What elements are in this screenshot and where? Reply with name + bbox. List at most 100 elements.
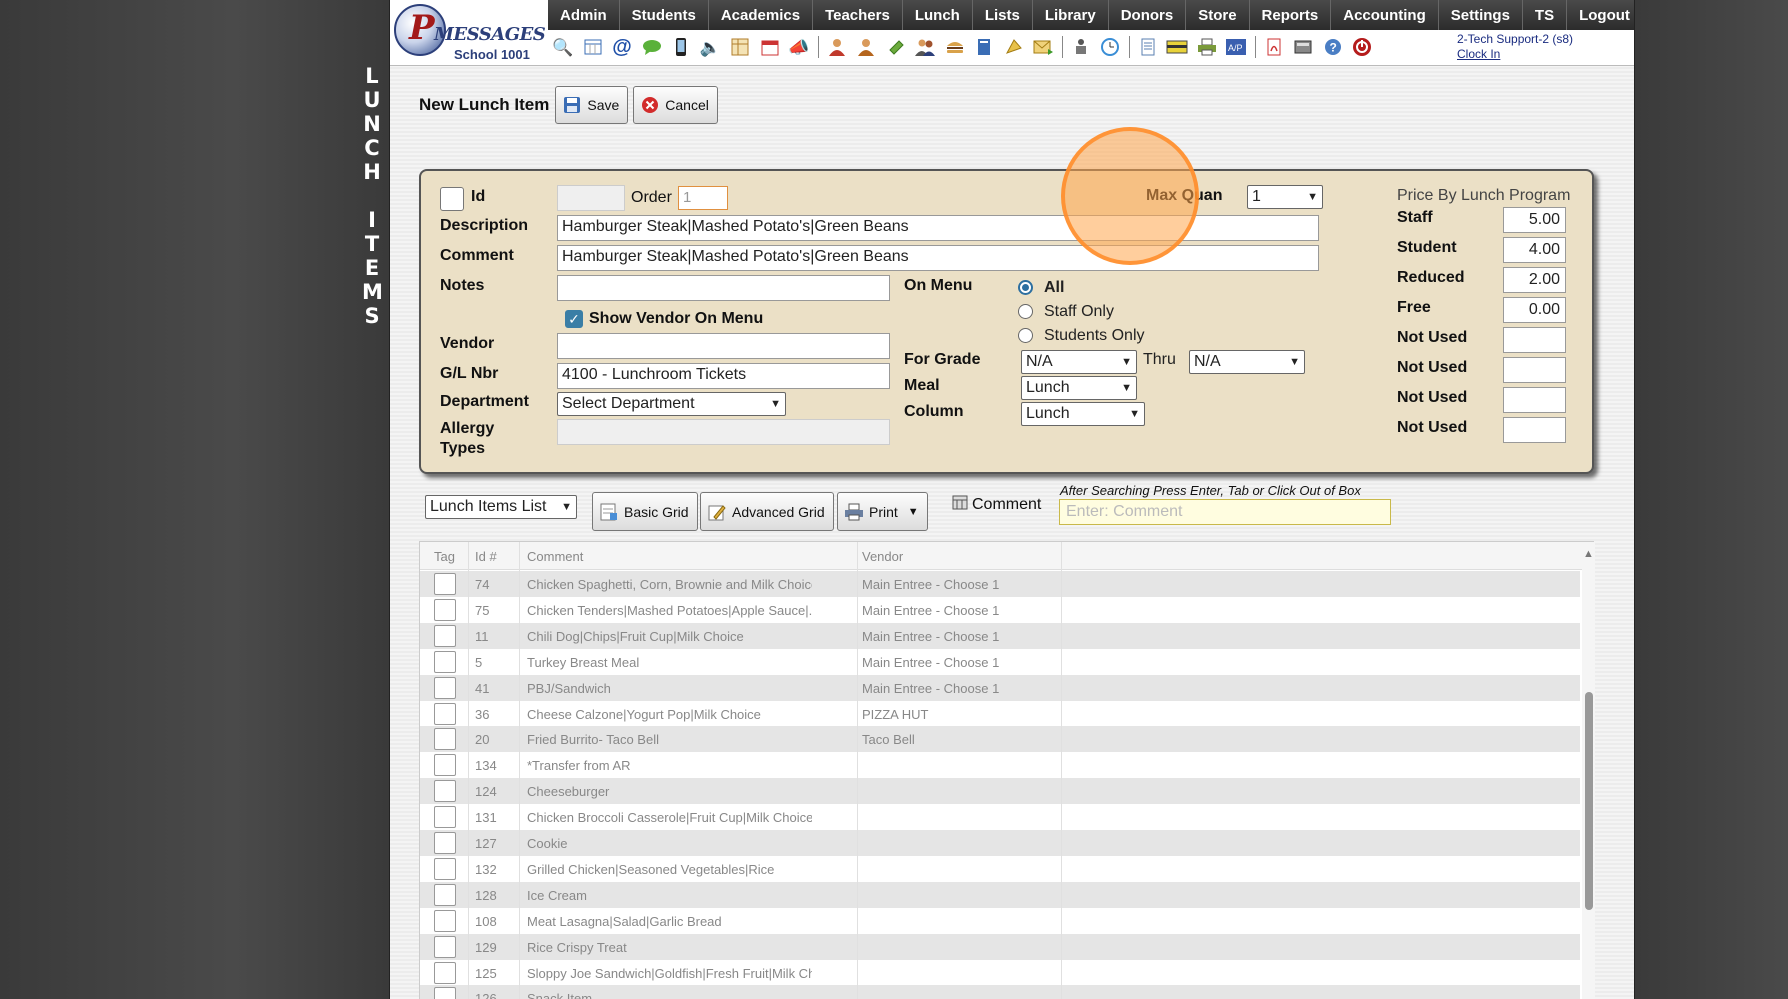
row-tag-checkbox[interactable] [434,909,456,932]
menu-logout[interactable]: Logout [1567,0,1634,30]
scrollbar-thumb[interactable] [1585,692,1593,910]
show-vendor-checkbox[interactable]: ✓ [565,310,583,328]
person-icon[interactable] [826,36,848,58]
search-icon[interactable]: 🔍 [552,36,574,58]
table-row[interactable]: 74 Chicken Spaghetti, Corn, Brownie and M… [420,571,1580,597]
cancel-button[interactable]: Cancel [633,86,718,124]
menu-students[interactable]: Students [620,0,709,30]
speaker-icon[interactable]: 🔈 [700,36,722,58]
notes-field[interactable] [557,275,890,301]
row-tag-checkbox[interactable] [434,754,456,777]
calendar-icon[interactable] [759,36,781,58]
row-tag-checkbox[interactable] [434,935,456,958]
table-icon[interactable] [729,36,751,58]
row-tag-checkbox[interactable] [434,857,456,880]
table-row[interactable]: 124 Cheeseburger [420,778,1580,805]
id-checkbox[interactable] [440,187,464,211]
table-row[interactable]: 132 Grilled Chicken|Seasoned Vegetables|R… [420,856,1580,882]
save-button[interactable]: Save [555,86,629,124]
meal-select[interactable]: Lunch ▼ [1021,376,1137,400]
price-not-used-field[interactable] [1503,387,1566,413]
price-reduced-field[interactable]: 2.00 [1503,267,1566,293]
chat-icon[interactable] [641,36,663,58]
row-tag-checkbox[interactable] [434,598,456,621]
menu-academics[interactable]: Academics [709,0,814,30]
menu-accounting[interactable]: Accounting [1331,0,1439,30]
price-not-used-field[interactable] [1503,327,1566,353]
hierarchy-icon[interactable] [1070,36,1092,58]
row-tag-checkbox[interactable] [434,702,456,725]
row-tag-checkbox[interactable] [434,573,456,595]
price-student-field[interactable]: 4.00 [1503,237,1566,263]
stack-icon[interactable] [1292,36,1314,58]
printer-icon[interactable] [1196,36,1218,58]
on-menu-students-radio[interactable] [1018,328,1033,343]
menu-reports[interactable]: Reports [1250,0,1332,30]
book-icon[interactable] [973,36,995,58]
row-tag-checkbox[interactable] [434,806,456,829]
column-header-comment[interactable]: Comment [527,549,583,564]
table-row[interactable]: 129 Rice Crispy Treat [420,933,1580,960]
print-button[interactable]: Print ▼ [837,492,928,531]
menu-teachers[interactable]: Teachers [813,0,903,30]
row-tag-checkbox[interactable] [434,961,456,984]
vendor-field[interactable] [557,333,890,359]
burger-icon[interactable] [944,36,966,58]
advanced-grid-button[interactable]: Advanced Grid [700,492,834,531]
group-icon[interactable] [914,36,936,58]
table-row[interactable]: 125 Sloppy Joe Sandwich|Goldfish|Fresh Fr… [420,960,1580,986]
row-tag-checkbox[interactable] [434,883,456,906]
megaphone-icon[interactable]: 📣 [788,36,810,58]
order-field[interactable]: 1 [678,186,728,210]
pdf-icon[interactable] [1263,36,1285,58]
menu-library[interactable]: Library [1033,0,1109,30]
menu-admin[interactable]: Admin [548,0,620,30]
person-alt-icon[interactable] [855,36,877,58]
row-tag-checkbox[interactable] [434,650,456,673]
clock-in-link[interactable]: Clock In [1457,47,1573,62]
document-icon[interactable] [1137,36,1159,58]
menu-ts[interactable]: TS [1523,0,1568,30]
table-row[interactable]: 127 Cookie [420,830,1580,856]
table-row[interactable]: 108 Meat Lasagna|Salad|Garlic Bread [420,908,1580,934]
table-row[interactable]: 20 Fried Burrito- Taco Bell Taco Bell [420,726,1580,753]
price-staff-field[interactable]: 5.00 [1503,207,1566,233]
max-quan-select[interactable]: 1 ▼ [1247,185,1323,209]
row-tag-checkbox[interactable] [434,676,456,699]
table-row[interactable]: 36 Cheese Calzone|Yogurt Pop|Milk Choice P… [420,701,1580,727]
basic-grid-button[interactable]: Basic Grid [592,492,698,531]
menu-lists[interactable]: Lists [973,0,1033,30]
table-row[interactable]: 75 Chicken Tenders|Mashed Potatoes|Apple … [420,597,1580,623]
price-free-field[interactable]: 0.00 [1503,297,1566,323]
table-row[interactable]: 131 Chicken Broccoli Casserole|Fruit Cup|… [420,804,1580,830]
scroll-up-icon[interactable]: ▲ [1583,548,1594,560]
description-field[interactable]: Hamburger Steak|Mashed Potato's|Green Be… [557,215,1319,241]
table-row[interactable]: 5 Turkey Breast Meal Main Entree - Choose … [420,649,1580,675]
row-tag-checkbox[interactable] [434,987,456,999]
table-row[interactable]: 134 *Transfer from AR [420,752,1580,778]
column-select[interactable]: Lunch ▼ [1021,402,1145,426]
help-icon[interactable]: ? [1322,36,1344,58]
clock-icon[interactable] [1099,36,1121,58]
row-tag-checkbox[interactable] [434,832,456,854]
comment-search-input[interactable]: Enter: Comment [1059,499,1391,525]
menu-settings[interactable]: Settings [1439,0,1523,30]
logo[interactable]: P MESSAGES School 1001 [392,2,552,64]
price-not-used-field[interactable] [1503,357,1566,383]
power-icon[interactable] [1351,36,1373,58]
table-row[interactable]: 11 Chili Dog|Chips|Fruit Cup|Milk Choice M… [420,622,1580,649]
at-email-icon[interactable]: @ [611,36,633,58]
bell-icon[interactable] [1003,36,1025,58]
table-row[interactable]: 128 Ice Cream [420,881,1580,908]
for-grade-select[interactable]: N/A ▼ [1021,350,1137,374]
menu-donors[interactable]: Donors [1109,0,1187,30]
column-header-id[interactable]: Id # [475,549,497,564]
price-not-used-field[interactable] [1503,417,1566,443]
row-tag-checkbox[interactable] [434,624,456,647]
ticket-icon[interactable] [885,36,907,58]
column-header-tag[interactable]: Tag [434,549,455,564]
row-tag-checkbox[interactable] [434,728,456,751]
column-header-vendor[interactable]: Vendor [862,549,903,564]
calendar-grid-icon[interactable] [582,36,604,58]
card-icon[interactable] [1166,36,1188,58]
